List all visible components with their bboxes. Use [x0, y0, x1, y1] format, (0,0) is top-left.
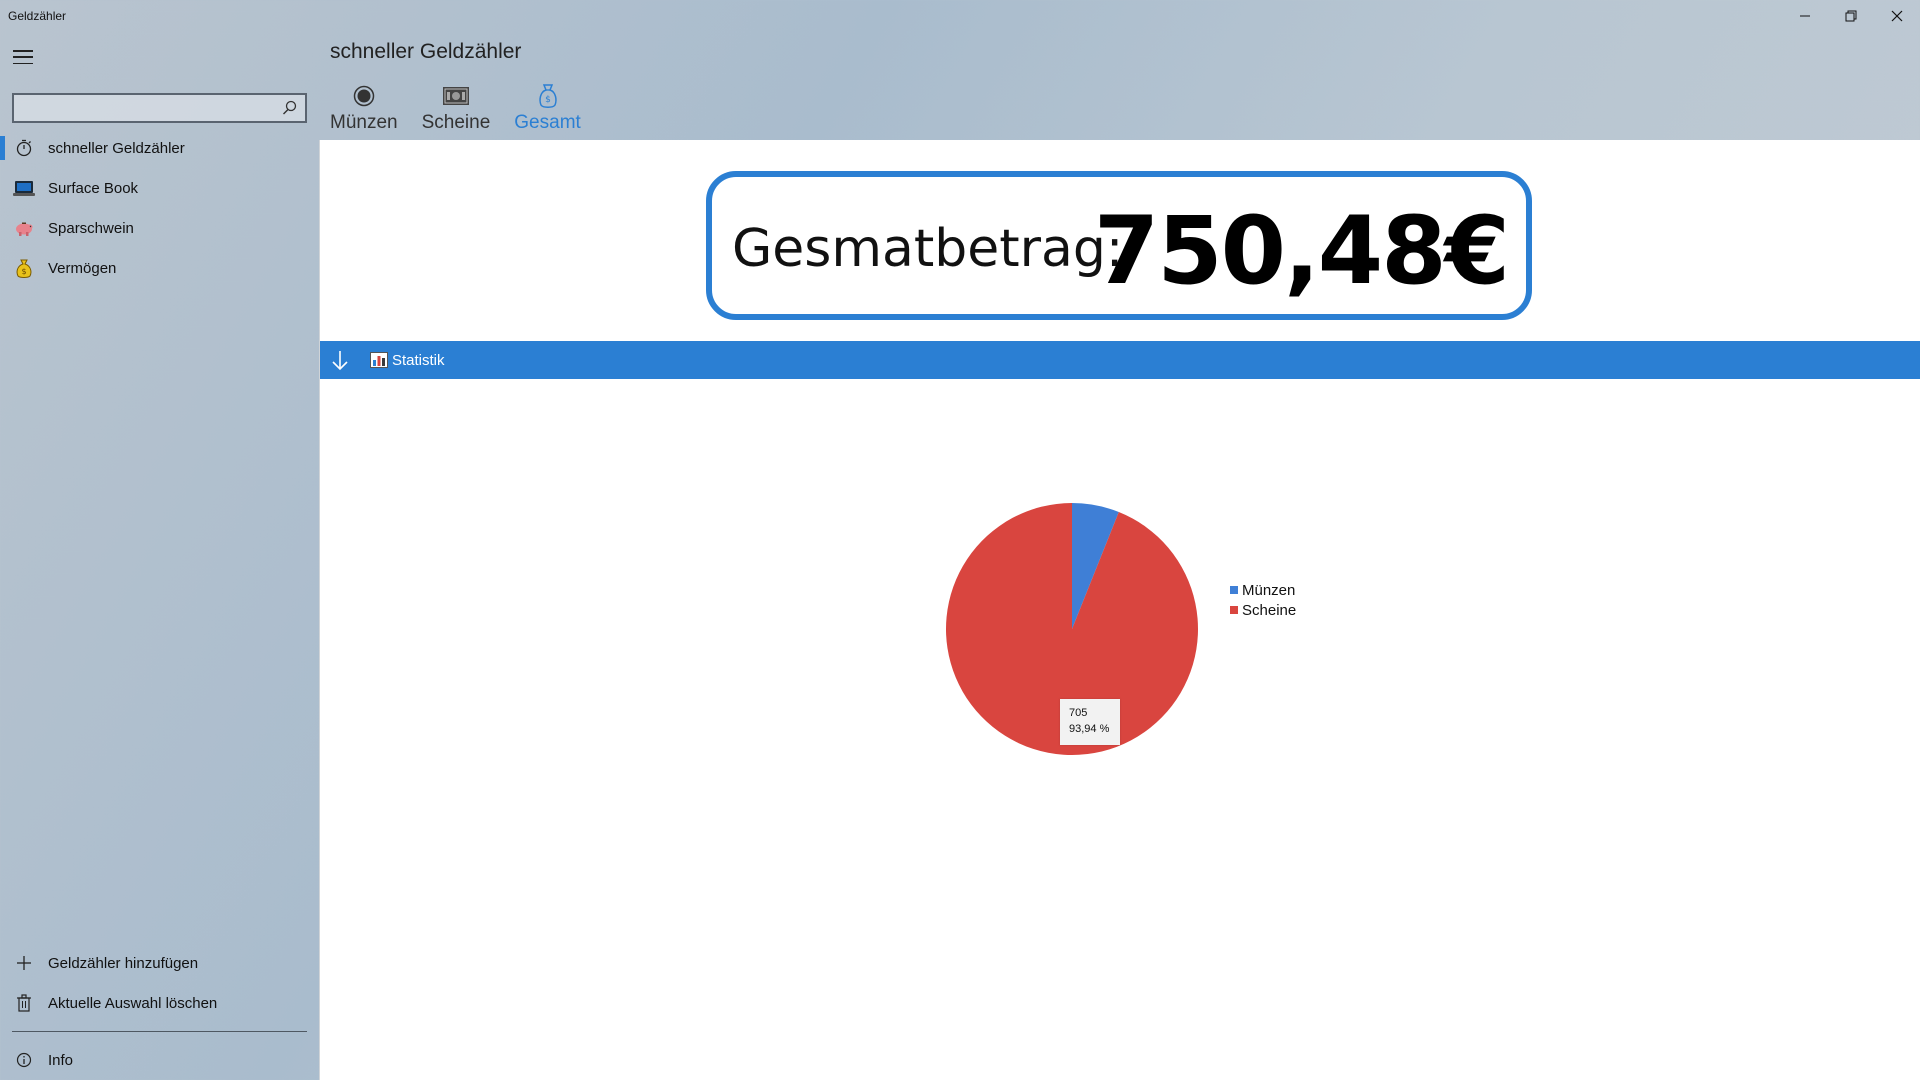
title-bar: Geldzähler [0, 0, 1920, 32]
tab-bar: Münzen Scheine $ Gesamt [330, 82, 581, 134]
stopwatch-icon [12, 136, 36, 160]
arrow-down-icon [332, 351, 348, 371]
total-amount-box: Gesmatbetrag: 750,48€ [706, 171, 1532, 320]
bar-chart-icon [370, 352, 388, 368]
hamburger-menu-button[interactable] [13, 50, 33, 64]
delete-selection-label: Aktuelle Auswahl löschen [48, 994, 218, 1012]
laptop-icon [12, 176, 36, 200]
total-label: Gesmatbetrag: [732, 219, 1124, 279]
sidebar-item-label: Surface Book [48, 179, 139, 197]
add-counter-button[interactable]: Geldzähler hinzufügen [0, 943, 319, 983]
statistics-label: Statistik [392, 351, 445, 369]
chart-tooltip: 705 93,94 % [1060, 699, 1120, 745]
main-content: Gesmatbetrag: 750,48€ Statistik Münzen S… [320, 140, 1920, 1080]
search-icon[interactable] [281, 99, 299, 117]
tab-scheine[interactable]: Scheine [421, 82, 491, 134]
banknote-icon [442, 82, 470, 110]
tab-label: Gesamt [514, 112, 581, 133]
legend-item-scheine[interactable]: Scheine [1230, 600, 1296, 620]
close-button[interactable] [1874, 0, 1920, 32]
search-input[interactable] [14, 95, 305, 121]
pie-chart-area: Münzen Scheine 705 93,94 % [320, 379, 1920, 1079]
tab-label: Münzen [330, 112, 398, 133]
page-title: schneller Geldzähler [330, 40, 522, 63]
legend-swatch [1230, 606, 1238, 614]
info-icon [12, 1048, 36, 1072]
sidebar-bottom: Geldzähler hinzufügen Aktuelle Auswahl l… [0, 943, 319, 1080]
tab-label: Scheine [421, 112, 491, 133]
minimize-button[interactable] [1782, 0, 1828, 32]
svg-text:$: $ [545, 95, 551, 105]
add-counter-label: Geldzähler hinzufügen [48, 954, 199, 972]
sidebar-item-surface-book[interactable]: Surface Book [0, 168, 319, 208]
search-box [12, 93, 307, 123]
sidebar-item-label: Sparschwein [48, 219, 134, 237]
legend-item-muenzen[interactable]: Münzen [1230, 580, 1296, 600]
close-icon [1891, 10, 1903, 22]
restore-icon [1845, 10, 1857, 22]
minimize-icon [1800, 15, 1810, 17]
maximize-button[interactable] [1828, 0, 1874, 32]
total-value: 750,48€ [1093, 197, 1510, 306]
delete-selection-button[interactable]: Aktuelle Auswahl löschen [0, 983, 319, 1023]
sidebar-item-schneller-geldzaehler[interactable]: schneller Geldzähler [0, 128, 319, 168]
legend-swatch [1230, 586, 1238, 594]
sidebar-item-label: Vermögen [48, 259, 117, 277]
sidebar-item-label: schneller Geldzähler [48, 139, 185, 157]
pie-chart [946, 503, 1199, 755]
money-bag-icon: $ [534, 82, 562, 110]
trash-icon [12, 991, 36, 1015]
tooltip-value: 705 [1069, 707, 1088, 719]
tooltip-percent: 93,94 % [1069, 723, 1110, 735]
hamburger-icon [13, 50, 33, 52]
piggy-bank-icon [12, 216, 36, 240]
info-button[interactable]: Info [0, 1040, 319, 1080]
sidebar-item-vermoegen[interactable]: $ Vermögen [0, 248, 319, 288]
coin-icon [350, 82, 378, 110]
expand-button[interactable] [320, 349, 360, 371]
window-title: Geldzähler [8, 9, 67, 23]
statistics-header[interactable]: Statistik [320, 341, 1920, 379]
tab-gesamt[interactable]: $ Gesamt [514, 82, 581, 134]
sidebar-nav: schneller Geldzähler Surface Book Sparsc… [0, 128, 319, 288]
money-bag-icon: $ [12, 256, 36, 280]
legend-label: Münzen [1242, 581, 1296, 599]
chart-legend: Münzen Scheine [1230, 580, 1296, 620]
info-label: Info [48, 1051, 74, 1069]
plus-icon [12, 951, 36, 975]
legend-label: Scheine [1242, 601, 1297, 619]
svg-text:$: $ [21, 267, 26, 276]
sidebar-divider [12, 1031, 307, 1032]
tab-muenzen[interactable]: Münzen [330, 82, 398, 134]
window-controls [1782, 0, 1920, 32]
sidebar-item-sparschwein[interactable]: Sparschwein [0, 208, 319, 248]
